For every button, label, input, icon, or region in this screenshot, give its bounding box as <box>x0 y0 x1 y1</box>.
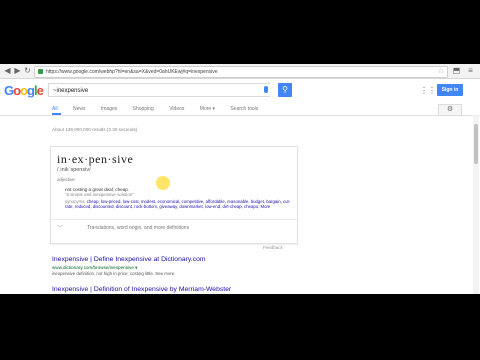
tab-news[interactable]: News <box>73 106 86 112</box>
gear-icon: ⚙ <box>446 106 454 113</box>
bookmark-star-icon[interactable]: ☆ <box>438 67 444 77</box>
active-tab-indicator <box>52 113 61 115</box>
card-divider <box>51 219 297 220</box>
result-title[interactable]: Inexpensive | Definition of Inexpensive … <box>52 286 231 293</box>
lock-icon <box>38 69 43 75</box>
tab-search-tools[interactable]: Search tools <box>230 106 258 112</box>
result-snippet: inexpensive definition, not high in pric… <box>52 271 176 276</box>
chevron-down-icon[interactable]: ﹀ <box>57 226 69 232</box>
google-logo[interactable]: Google <box>4 83 44 98</box>
feedback-link[interactable]: Feedback <box>263 245 283 250</box>
address-bar[interactable]: https://www.google.com/webhp?hl=en&sa=X&… <box>34 66 448 78</box>
cursor-highlight <box>156 176 170 190</box>
search-input[interactable]: ~inexpensive <box>48 83 270 97</box>
part-of-speech: adjective <box>57 177 75 182</box>
synonyms-list[interactable]: synonyms: cheap, low-priced, low-cost, m… <box>65 199 295 210</box>
settings-button[interactable]: ⚙ <box>438 104 462 116</box>
logo-letter: e <box>36 83 44 98</box>
search-tabs: All News Images Shopping Videos More ▾ S… <box>52 106 272 115</box>
logo-letter: g <box>27 83 35 98</box>
tab-all[interactable]: All <box>52 106 58 112</box>
dictionary-word: in·ex·pen·sive <box>57 152 134 166</box>
tab-images[interactable]: Images <box>101 106 117 112</box>
logo-letter: G <box>4 83 14 98</box>
search-button[interactable]: ⚲ <box>278 83 292 97</box>
scrollbar-thumb[interactable] <box>474 124 478 164</box>
apps-grid-icon[interactable]: ⋮⋮ <box>420 86 436 95</box>
tab-shopping[interactable]: Shopping <box>133 106 154 112</box>
microphone-icon[interactable] <box>264 86 268 93</box>
more-definitions-link[interactable]: Translations, word origin, and more defi… <box>87 225 189 231</box>
search-icon: ⚲ <box>282 85 288 94</box>
url-text: https://www.google.com/webhp?hl=en&sa=X&… <box>46 69 218 75</box>
forward-icon[interactable]: ▶ <box>13 66 22 75</box>
browser-window: ◀ ▶ ↻ https://www.google.com/webhp?hl=en… <box>0 64 480 294</box>
extension-icon[interactable]: ⬒ <box>452 66 461 75</box>
browser-toolbar: ◀ ▶ ↻ https://www.google.com/webhp?hl=en… <box>0 64 480 79</box>
back-icon[interactable]: ◀ <box>3 66 12 75</box>
sign-in-button[interactable]: Sign in <box>437 84 463 96</box>
synonyms-label: synonyms: <box>65 199 86 204</box>
logo-letter: o <box>20 83 28 98</box>
pronunciation: /ˌinikˈspensiv/ <box>57 167 91 173</box>
reload-icon[interactable]: ↻ <box>23 66 32 75</box>
dictionary-card: in·ex·pen·sive /ˌinikˈspensiv/ adjective… <box>50 146 298 244</box>
tab-videos[interactable]: Videos <box>169 106 184 112</box>
synonyms-text[interactable]: cheap, low-priced, low-cost, modest, eco… <box>65 199 290 209</box>
result-stats: About 139,000,000 results (0.30 seconds) <box>52 127 138 132</box>
usage-example: "a simple and inexpensive solution" <box>65 192 134 197</box>
tab-more[interactable]: More ▾ <box>200 106 215 112</box>
google-header: Google ~inexpensive ⚲ ⋮⋮ Sign in All New… <box>0 79 480 116</box>
menu-icon[interactable]: ≡ <box>466 66 475 75</box>
result-title[interactable]: Inexpensive | Define Inexpensive at Dict… <box>52 256 206 263</box>
